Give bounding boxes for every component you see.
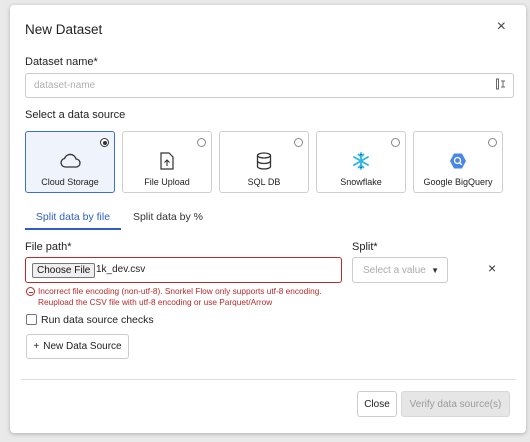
snowflake-icon: [317, 152, 405, 170]
split-select[interactable]: Select a value ▼: [352, 257, 448, 283]
error-line: Incorrect file encoding (non-utf-8). Sno…: [38, 286, 322, 296]
radio-icon[interactable]: [488, 138, 497, 147]
run-checks-label[interactable]: Run data source checks: [41, 314, 154, 326]
source-card-label: Google BigQuery: [423, 177, 493, 187]
new-data-source-button[interactable]: + New Data Source: [26, 334, 129, 359]
caret-down-icon: ▼: [431, 266, 439, 275]
tab-split-by-file[interactable]: Split data by file: [25, 206, 121, 230]
close-icon[interactable]: ×: [497, 19, 506, 35]
source-card-label: SQL DB: [247, 177, 281, 187]
source-card-label: File Upload: [144, 177, 190, 187]
split-label: Split*: [352, 241, 378, 253]
dataset-name-input[interactable]: [25, 73, 514, 98]
file-path-input: Choose File 1k_dev.csv: [25, 257, 342, 283]
source-card-sql-db[interactable]: SQL DB: [219, 131, 309, 193]
choose-file-button[interactable]: Choose File: [32, 263, 96, 278]
split-select-placeholder: Select a value: [363, 265, 426, 276]
radio-icon[interactable]: [197, 138, 206, 147]
source-card-cloud-storage[interactable]: Cloud Storage: [25, 131, 115, 193]
verify-data-sources-button[interactable]: Verify data source(s): [401, 391, 510, 417]
dataset-name-label: Dataset name*: [25, 56, 98, 68]
file-error-message: Incorrect file encoding (non-utf-8). Sno…: [38, 286, 358, 307]
source-card-snowflake[interactable]: Snowflake: [316, 131, 406, 193]
footer-divider: [21, 379, 516, 380]
source-card-label: Cloud Storage: [41, 177, 99, 187]
form-fill-icon[interactable]: [496, 78, 506, 94]
plus-icon: +: [33, 341, 40, 352]
run-checks-checkbox[interactable]: [26, 314, 37, 325]
bigquery-icon: [414, 152, 502, 170]
dialog-title: New Dataset: [25, 22, 103, 37]
source-card-file-upload[interactable]: File Upload: [122, 131, 212, 193]
source-card-label: Snowflake: [340, 177, 382, 187]
radio-selected-icon[interactable]: [100, 138, 109, 147]
cloud-icon: [26, 152, 114, 170]
source-card-google-bigquery[interactable]: Google BigQuery: [413, 131, 503, 193]
split-tabs: Split data by file Split data by %: [25, 206, 515, 230]
file-path-label: File path*: [25, 241, 72, 253]
database-icon: [220, 152, 308, 170]
radio-icon[interactable]: [294, 138, 303, 147]
remove-row-icon[interactable]: ×: [488, 261, 496, 275]
radio-icon[interactable]: [391, 138, 400, 147]
selected-file-name: 1k_dev.csv: [96, 264, 146, 275]
error-line: Reupload the CSV file with utf-8 encodin…: [38, 296, 273, 307]
data-source-label: Select a data source: [25, 109, 126, 121]
error-icon: [26, 287, 35, 296]
file-upload-icon: [123, 152, 211, 170]
new-dataset-dialog: New Dataset × Dataset name* Select a dat…: [10, 5, 526, 433]
tab-split-by-percent[interactable]: Split data by %: [128, 206, 208, 230]
close-button[interactable]: Close: [357, 391, 397, 417]
new-data-source-label: New Data Source: [43, 341, 122, 352]
